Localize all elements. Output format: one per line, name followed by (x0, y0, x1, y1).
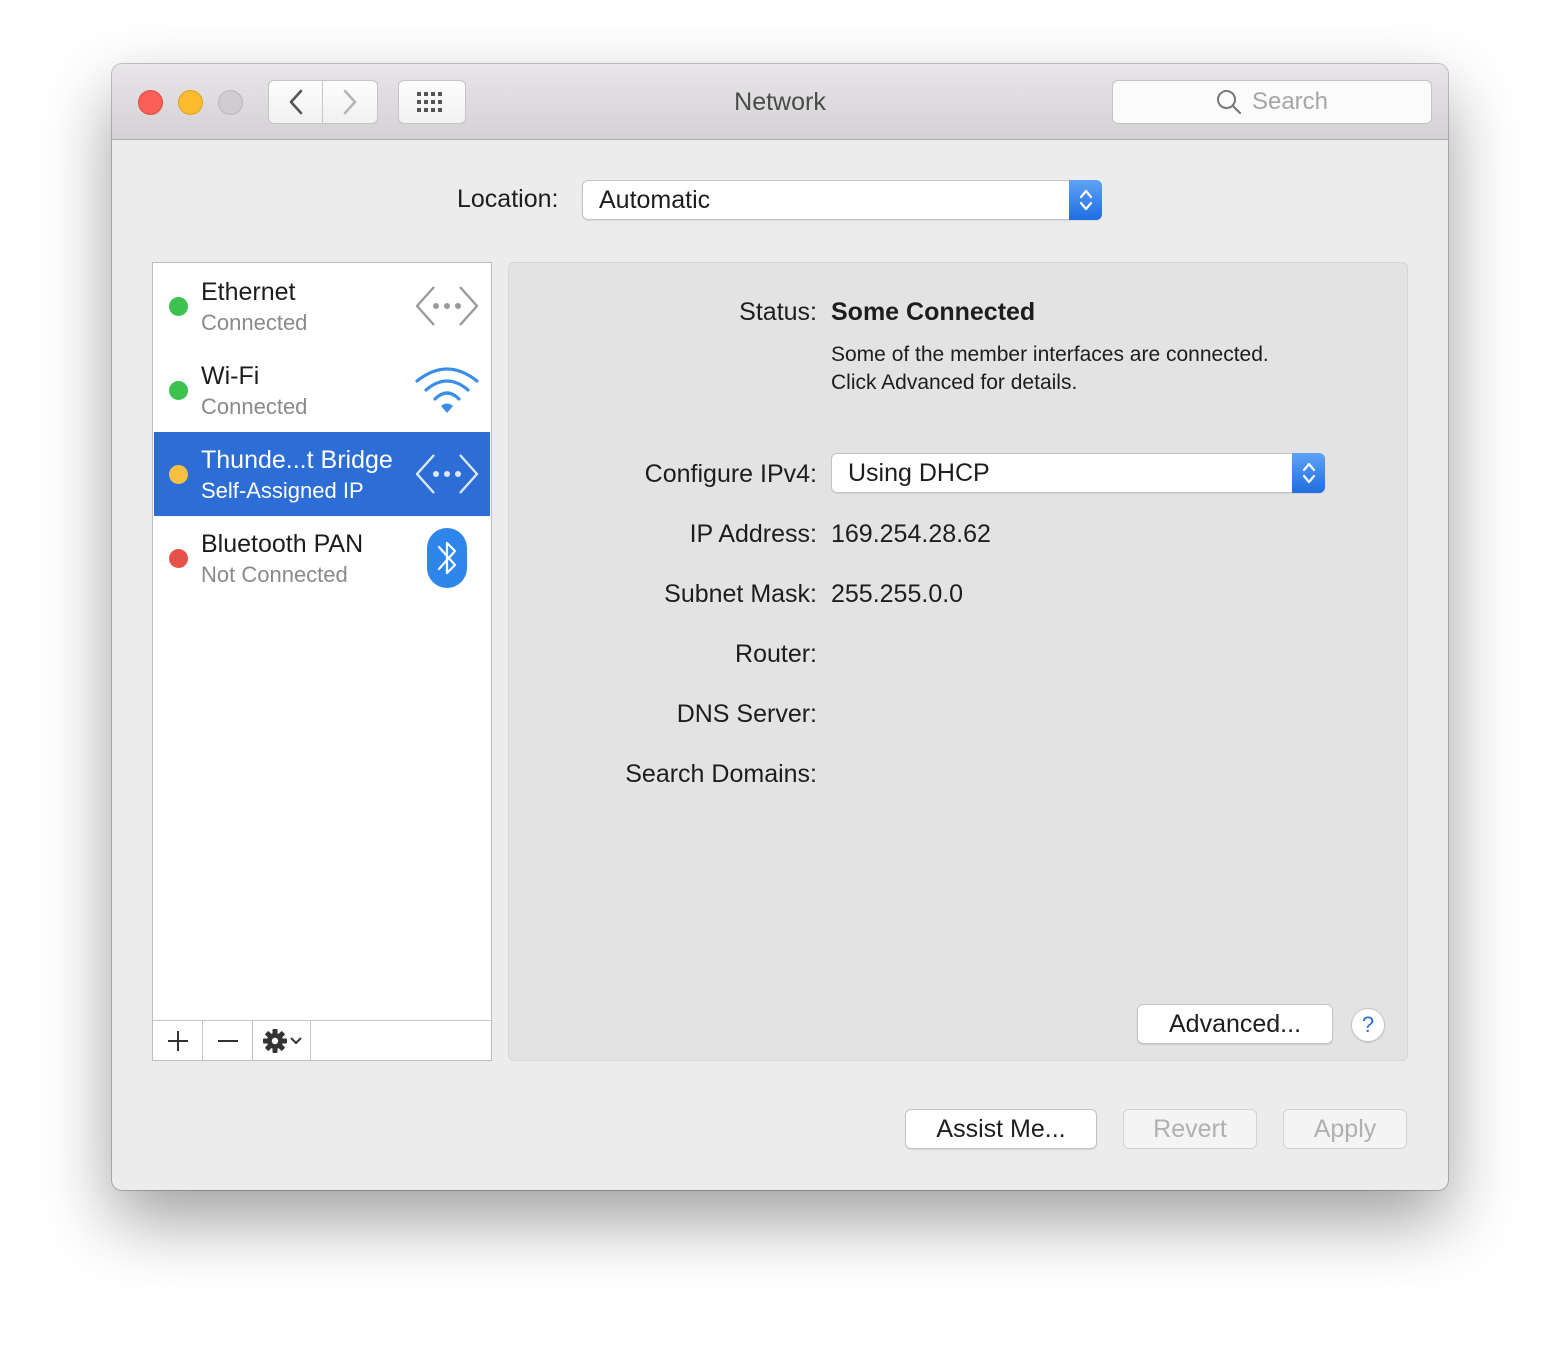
search-placeholder: Search (1251, 88, 1329, 115)
advanced-button[interactable]: Advanced... (1137, 1004, 1333, 1044)
service-list-toolbar (153, 1020, 491, 1060)
service-status: Connected (201, 310, 308, 335)
router-label: Router: (735, 640, 817, 668)
ethernet-icon (412, 276, 482, 336)
service-list: Ethernet Connected Wi-Fi Connected Thund… (152, 262, 492, 1061)
wifi-icon (412, 360, 482, 420)
service-status: Connected (201, 394, 308, 419)
configure-ipv4-popup[interactable]: Using DHCP (831, 453, 1325, 493)
status-description: Some of the member interfaces are connec… (831, 341, 1269, 397)
help-button[interactable]: ? (1351, 1008, 1385, 1042)
service-detail-pane: Status: Some Connected Some of the membe… (508, 262, 1408, 1061)
apply-button[interactable]: Apply (1283, 1109, 1407, 1149)
search-field[interactable]: Search (1112, 80, 1432, 124)
action-menu-button[interactable] (253, 1021, 311, 1060)
subnet-mask-value: 255.255.0.0 (831, 580, 964, 608)
service-item-thunderbolt-bridge[interactable]: Thunde...t Bridge Self-Assigned IP (154, 432, 490, 516)
service-name: Ethernet (201, 278, 296, 306)
search-icon (1216, 90, 1242, 115)
service-item-bluetooth-pan[interactable]: Bluetooth PAN Not Connected (154, 516, 490, 600)
subnet-mask-label: Subnet Mask: (664, 580, 817, 608)
service-name: Wi-Fi (201, 362, 260, 390)
service-status: Not Connected (201, 562, 348, 587)
network-preferences-window: Network Search Location: Automatic Ether… (112, 64, 1448, 1190)
status-value: Some Connected (831, 298, 1036, 326)
configure-ipv4-label: Configure IPv4: (644, 460, 817, 488)
chevron-down-icon (289, 1036, 302, 1044)
service-status: Self-Assigned IP (201, 478, 364, 503)
service-item-ethernet[interactable]: Ethernet Connected (154, 264, 490, 348)
service-name: Thunde...t Bridge (201, 446, 393, 474)
remove-service-button[interactable] (203, 1021, 253, 1060)
status-label: Status: (739, 298, 817, 326)
status-dot (169, 465, 188, 484)
popup-arrows-icon (1292, 453, 1325, 493)
dns-server-label: DNS Server: (676, 700, 817, 728)
status-dot (169, 297, 188, 316)
service-name: Bluetooth PAN (201, 530, 364, 558)
bluetooth-icon (412, 528, 482, 588)
service-item-wifi[interactable]: Wi-Fi Connected (154, 348, 490, 432)
status-description-line: Click Advanced for details. (831, 371, 1078, 394)
popup-arrows-icon (1069, 180, 1102, 220)
status-dot (169, 549, 188, 568)
ethernet-icon (412, 444, 482, 504)
assist-me-button[interactable]: Assist Me... (905, 1109, 1097, 1149)
location-label: Location: (457, 185, 559, 213)
search-domains-label: Search Domains: (625, 760, 817, 788)
titlebar: Network Search (112, 64, 1448, 140)
ip-address-value: 169.254.28.62 (831, 520, 991, 548)
revert-button[interactable]: Revert (1123, 1109, 1257, 1149)
configure-ipv4-value: Using DHCP (848, 459, 990, 487)
gear-icon (262, 1028, 287, 1053)
add-service-button[interactable] (153, 1021, 203, 1060)
status-description-line: Some of the member interfaces are connec… (831, 343, 1269, 366)
status-dot (169, 381, 188, 400)
location-value: Automatic (599, 186, 711, 214)
plus-icon (167, 1030, 188, 1051)
ip-address-label: IP Address: (689, 520, 817, 548)
minus-icon (217, 1039, 238, 1042)
location-popup[interactable]: Automatic (582, 180, 1102, 220)
